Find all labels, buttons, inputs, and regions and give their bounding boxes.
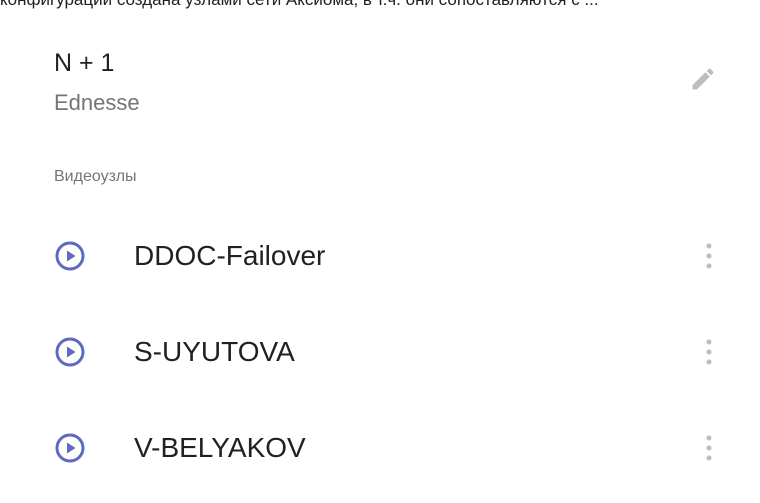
play-circle-icon: [55, 241, 85, 271]
node-label: V-BELYAKOV: [134, 432, 306, 463]
list-item[interactable]: S-UYUTOVA: [0, 303, 760, 399]
more-vert-icon: [706, 435, 712, 461]
more-vert-icon: [706, 339, 712, 365]
group-header: N + 1 Ednesse: [54, 44, 140, 118]
group-title: N + 1: [54, 49, 115, 77]
group-subtitle: Ednesse: [54, 90, 140, 115]
cutoff-description-text: конфигурации создана узлами сети Аксиома…: [0, 0, 760, 9]
node-label: S-UYUTOVA: [134, 336, 295, 367]
more-options-button[interactable]: [696, 238, 722, 274]
more-vert-icon: [706, 243, 712, 269]
page: конфигурации создана узлами сети Аксиома…: [0, 0, 760, 503]
list-item[interactable]: V-BELYAKOV: [0, 399, 760, 495]
play-circle-icon: [55, 337, 85, 367]
section-label-videonodes: Видеоузлы: [54, 168, 137, 185]
list-item[interactable]: DDOC-Failover: [0, 207, 760, 303]
more-options-button[interactable]: [696, 334, 722, 370]
play-circle-icon: [55, 433, 85, 463]
more-options-button[interactable]: [696, 430, 722, 466]
edit-button[interactable]: [686, 62, 720, 96]
video-node-list: DDOC-Failover S-UYUTOVA V-BELYAKOV: [0, 207, 760, 495]
node-label: DDOC-Failover: [134, 240, 326, 271]
pencil-icon: [692, 68, 714, 90]
